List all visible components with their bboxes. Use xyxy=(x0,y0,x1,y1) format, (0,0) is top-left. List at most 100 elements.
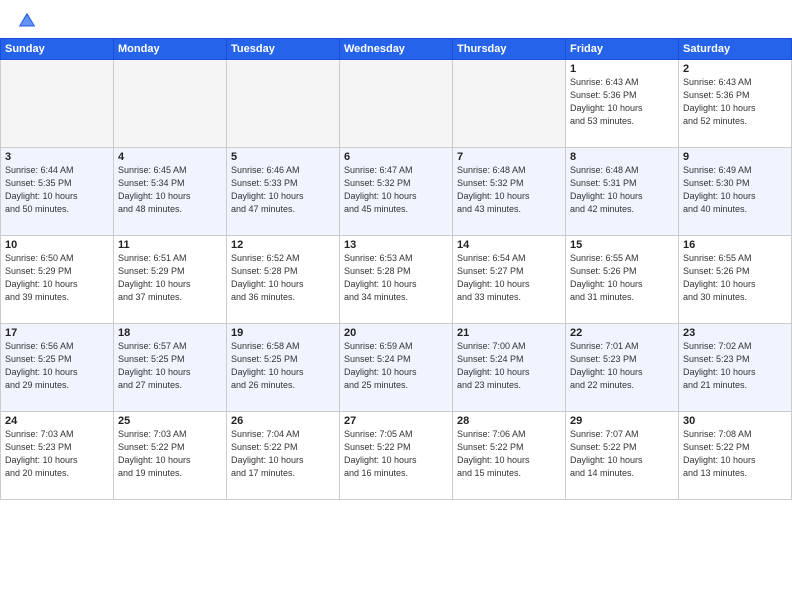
day-info: Sunrise: 6:45 AM Sunset: 5:34 PM Dayligh… xyxy=(118,164,222,216)
day-number: 9 xyxy=(683,151,787,163)
day-info: Sunrise: 6:59 AM Sunset: 5:24 PM Dayligh… xyxy=(344,340,448,392)
day-number: 24 xyxy=(5,415,109,427)
day-info: Sunrise: 7:07 AM Sunset: 5:22 PM Dayligh… xyxy=(570,428,674,480)
day-number: 13 xyxy=(344,239,448,251)
day-info: Sunrise: 7:06 AM Sunset: 5:22 PM Dayligh… xyxy=(457,428,561,480)
calendar-day-cell: 25Sunrise: 7:03 AM Sunset: 5:22 PM Dayli… xyxy=(114,412,227,500)
day-number: 30 xyxy=(683,415,787,427)
weekday-header-monday: Monday xyxy=(114,39,227,60)
calendar-table: SundayMondayTuesdayWednesdayThursdayFrid… xyxy=(0,38,792,500)
day-number: 18 xyxy=(118,327,222,339)
day-number: 4 xyxy=(118,151,222,163)
day-info: Sunrise: 6:52 AM Sunset: 5:28 PM Dayligh… xyxy=(231,252,335,304)
calendar-day-cell: 1Sunrise: 6:43 AM Sunset: 5:36 PM Daylig… xyxy=(566,60,679,148)
weekday-header-tuesday: Tuesday xyxy=(227,39,340,60)
day-info: Sunrise: 7:08 AM Sunset: 5:22 PM Dayligh… xyxy=(683,428,787,480)
day-info: Sunrise: 6:43 AM Sunset: 5:36 PM Dayligh… xyxy=(683,76,787,128)
day-number: 3 xyxy=(5,151,109,163)
logo-icon xyxy=(16,10,38,32)
day-number: 6 xyxy=(344,151,448,163)
calendar-week-row: 24Sunrise: 7:03 AM Sunset: 5:23 PM Dayli… xyxy=(1,412,792,500)
day-info: Sunrise: 6:54 AM Sunset: 5:27 PM Dayligh… xyxy=(457,252,561,304)
calendar-day-cell: 27Sunrise: 7:05 AM Sunset: 5:22 PM Dayli… xyxy=(340,412,453,500)
calendar-day-cell: 24Sunrise: 7:03 AM Sunset: 5:23 PM Dayli… xyxy=(1,412,114,500)
day-number: 12 xyxy=(231,239,335,251)
calendar-day-cell: 21Sunrise: 7:00 AM Sunset: 5:24 PM Dayli… xyxy=(453,324,566,412)
calendar-day-cell: 7Sunrise: 6:48 AM Sunset: 5:32 PM Daylig… xyxy=(453,148,566,236)
calendar-week-row: 1Sunrise: 6:43 AM Sunset: 5:36 PM Daylig… xyxy=(1,60,792,148)
day-info: Sunrise: 6:48 AM Sunset: 5:31 PM Dayligh… xyxy=(570,164,674,216)
day-info: Sunrise: 6:53 AM Sunset: 5:28 PM Dayligh… xyxy=(344,252,448,304)
calendar-day-cell: 10Sunrise: 6:50 AM Sunset: 5:29 PM Dayli… xyxy=(1,236,114,324)
calendar-day-cell: 30Sunrise: 7:08 AM Sunset: 5:22 PM Dayli… xyxy=(679,412,792,500)
calendar-week-row: 3Sunrise: 6:44 AM Sunset: 5:35 PM Daylig… xyxy=(1,148,792,236)
calendar-day-cell: 8Sunrise: 6:48 AM Sunset: 5:31 PM Daylig… xyxy=(566,148,679,236)
calendar-day-cell: 3Sunrise: 6:44 AM Sunset: 5:35 PM Daylig… xyxy=(1,148,114,236)
day-info: Sunrise: 6:57 AM Sunset: 5:25 PM Dayligh… xyxy=(118,340,222,392)
day-number: 16 xyxy=(683,239,787,251)
day-info: Sunrise: 7:00 AM Sunset: 5:24 PM Dayligh… xyxy=(457,340,561,392)
day-number: 29 xyxy=(570,415,674,427)
weekday-header-row: SundayMondayTuesdayWednesdayThursdayFrid… xyxy=(1,39,792,60)
day-info: Sunrise: 6:51 AM Sunset: 5:29 PM Dayligh… xyxy=(118,252,222,304)
day-number: 25 xyxy=(118,415,222,427)
weekday-header-wednesday: Wednesday xyxy=(340,39,453,60)
day-info: Sunrise: 7:02 AM Sunset: 5:23 PM Dayligh… xyxy=(683,340,787,392)
day-number: 11 xyxy=(118,239,222,251)
day-number: 14 xyxy=(457,239,561,251)
day-info: Sunrise: 6:50 AM Sunset: 5:29 PM Dayligh… xyxy=(5,252,109,304)
day-info: Sunrise: 7:01 AM Sunset: 5:23 PM Dayligh… xyxy=(570,340,674,392)
calendar-day-cell: 9Sunrise: 6:49 AM Sunset: 5:30 PM Daylig… xyxy=(679,148,792,236)
weekday-header-saturday: Saturday xyxy=(679,39,792,60)
day-number: 27 xyxy=(344,415,448,427)
calendar-day-cell: 29Sunrise: 7:07 AM Sunset: 5:22 PM Dayli… xyxy=(566,412,679,500)
day-number: 5 xyxy=(231,151,335,163)
calendar-day-cell: 28Sunrise: 7:06 AM Sunset: 5:22 PM Dayli… xyxy=(453,412,566,500)
calendar-day-cell: 26Sunrise: 7:04 AM Sunset: 5:22 PM Dayli… xyxy=(227,412,340,500)
calendar-day-cell: 4Sunrise: 6:45 AM Sunset: 5:34 PM Daylig… xyxy=(114,148,227,236)
weekday-header-thursday: Thursday xyxy=(453,39,566,60)
day-info: Sunrise: 7:05 AM Sunset: 5:22 PM Dayligh… xyxy=(344,428,448,480)
day-number: 21 xyxy=(457,327,561,339)
day-info: Sunrise: 7:03 AM Sunset: 5:23 PM Dayligh… xyxy=(5,428,109,480)
calendar-day-cell: 12Sunrise: 6:52 AM Sunset: 5:28 PM Dayli… xyxy=(227,236,340,324)
weekday-header-friday: Friday xyxy=(566,39,679,60)
calendar-day-cell: 6Sunrise: 6:47 AM Sunset: 5:32 PM Daylig… xyxy=(340,148,453,236)
day-number: 26 xyxy=(231,415,335,427)
calendar-day-cell: 13Sunrise: 6:53 AM Sunset: 5:28 PM Dayli… xyxy=(340,236,453,324)
day-number: 20 xyxy=(344,327,448,339)
calendar-day-cell xyxy=(340,60,453,148)
day-info: Sunrise: 6:55 AM Sunset: 5:26 PM Dayligh… xyxy=(570,252,674,304)
day-number: 10 xyxy=(5,239,109,251)
calendar-day-cell: 20Sunrise: 6:59 AM Sunset: 5:24 PM Dayli… xyxy=(340,324,453,412)
day-info: Sunrise: 7:03 AM Sunset: 5:22 PM Dayligh… xyxy=(118,428,222,480)
logo xyxy=(16,10,42,32)
calendar-day-cell xyxy=(1,60,114,148)
calendar-day-cell: 16Sunrise: 6:55 AM Sunset: 5:26 PM Dayli… xyxy=(679,236,792,324)
page-header xyxy=(0,0,792,38)
day-info: Sunrise: 6:44 AM Sunset: 5:35 PM Dayligh… xyxy=(5,164,109,216)
day-number: 2 xyxy=(683,63,787,75)
day-number: 23 xyxy=(683,327,787,339)
calendar-day-cell: 19Sunrise: 6:58 AM Sunset: 5:25 PM Dayli… xyxy=(227,324,340,412)
day-info: Sunrise: 6:48 AM Sunset: 5:32 PM Dayligh… xyxy=(457,164,561,216)
calendar-day-cell xyxy=(114,60,227,148)
day-info: Sunrise: 6:56 AM Sunset: 5:25 PM Dayligh… xyxy=(5,340,109,392)
calendar-day-cell: 17Sunrise: 6:56 AM Sunset: 5:25 PM Dayli… xyxy=(1,324,114,412)
day-info: Sunrise: 6:58 AM Sunset: 5:25 PM Dayligh… xyxy=(231,340,335,392)
day-info: Sunrise: 6:43 AM Sunset: 5:36 PM Dayligh… xyxy=(570,76,674,128)
day-number: 17 xyxy=(5,327,109,339)
day-number: 1 xyxy=(570,63,674,75)
calendar-day-cell: 22Sunrise: 7:01 AM Sunset: 5:23 PM Dayli… xyxy=(566,324,679,412)
calendar-day-cell: 11Sunrise: 6:51 AM Sunset: 5:29 PM Dayli… xyxy=(114,236,227,324)
day-number: 8 xyxy=(570,151,674,163)
day-info: Sunrise: 6:49 AM Sunset: 5:30 PM Dayligh… xyxy=(683,164,787,216)
day-number: 7 xyxy=(457,151,561,163)
day-info: Sunrise: 6:47 AM Sunset: 5:32 PM Dayligh… xyxy=(344,164,448,216)
calendar-day-cell: 15Sunrise: 6:55 AM Sunset: 5:26 PM Dayli… xyxy=(566,236,679,324)
calendar-week-row: 17Sunrise: 6:56 AM Sunset: 5:25 PM Dayli… xyxy=(1,324,792,412)
day-info: Sunrise: 6:46 AM Sunset: 5:33 PM Dayligh… xyxy=(231,164,335,216)
day-info: Sunrise: 7:04 AM Sunset: 5:22 PM Dayligh… xyxy=(231,428,335,480)
calendar-day-cell: 5Sunrise: 6:46 AM Sunset: 5:33 PM Daylig… xyxy=(227,148,340,236)
day-number: 22 xyxy=(570,327,674,339)
